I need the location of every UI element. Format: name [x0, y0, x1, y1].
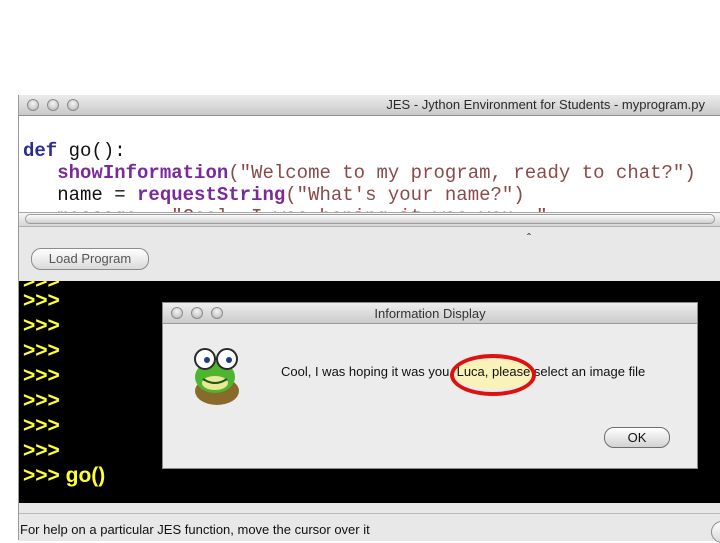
- status-help-text: For help on a particular JES function, m…: [20, 522, 370, 537]
- jes-frog-icon: [194, 348, 239, 405]
- console-prompt: >>>: [23, 364, 60, 387]
- editor-horizontal-scrollbar[interactable]: [19, 212, 720, 226]
- close-window-button[interactable]: [27, 99, 39, 111]
- console-prompt: >>>: [23, 289, 60, 312]
- console-prompt: >>>: [23, 439, 60, 462]
- console-prompt: >>>: [23, 314, 60, 337]
- dialog-titlebar[interactable]: Information Display: [163, 303, 697, 324]
- load-program-button[interactable]: Load Program: [31, 248, 149, 270]
- minimize-window-button[interactable]: [47, 99, 59, 111]
- editor-line-requeststring[interactable]: name = requestString("What's your name?"…: [23, 184, 525, 206]
- scrollbar-thumb[interactable]: [25, 214, 715, 224]
- editor-line-showinformation[interactable]: showInformation("Welcome to my program, …: [23, 162, 696, 184]
- zoom-window-button[interactable]: [67, 99, 79, 111]
- ok-button[interactable]: OK: [604, 427, 670, 448]
- annotation-ring: [450, 354, 536, 396]
- window-titlebar[interactable]: JES - Jython Environment for Students - …: [19, 95, 720, 116]
- console-last-command: >>> go(): [23, 464, 106, 487]
- dialog-title: Information Display: [374, 306, 486, 321]
- code-editor[interactable]: def go(): showInformation("Welcome to my…: [19, 116, 720, 227]
- editor-line-def[interactable]: def go():: [23, 140, 126, 162]
- console-prompt: >>>: [23, 389, 60, 412]
- status-bar: For help on a particular JES function, m…: [19, 513, 720, 543]
- window-title: JES - Jython Environment for Students - …: [386, 97, 705, 112]
- information-display-dialog: Information Display Cool, I was hoping i…: [162, 302, 698, 469]
- console-prompt: >>>: [23, 339, 60, 362]
- console-prompt: >>>: [23, 414, 60, 437]
